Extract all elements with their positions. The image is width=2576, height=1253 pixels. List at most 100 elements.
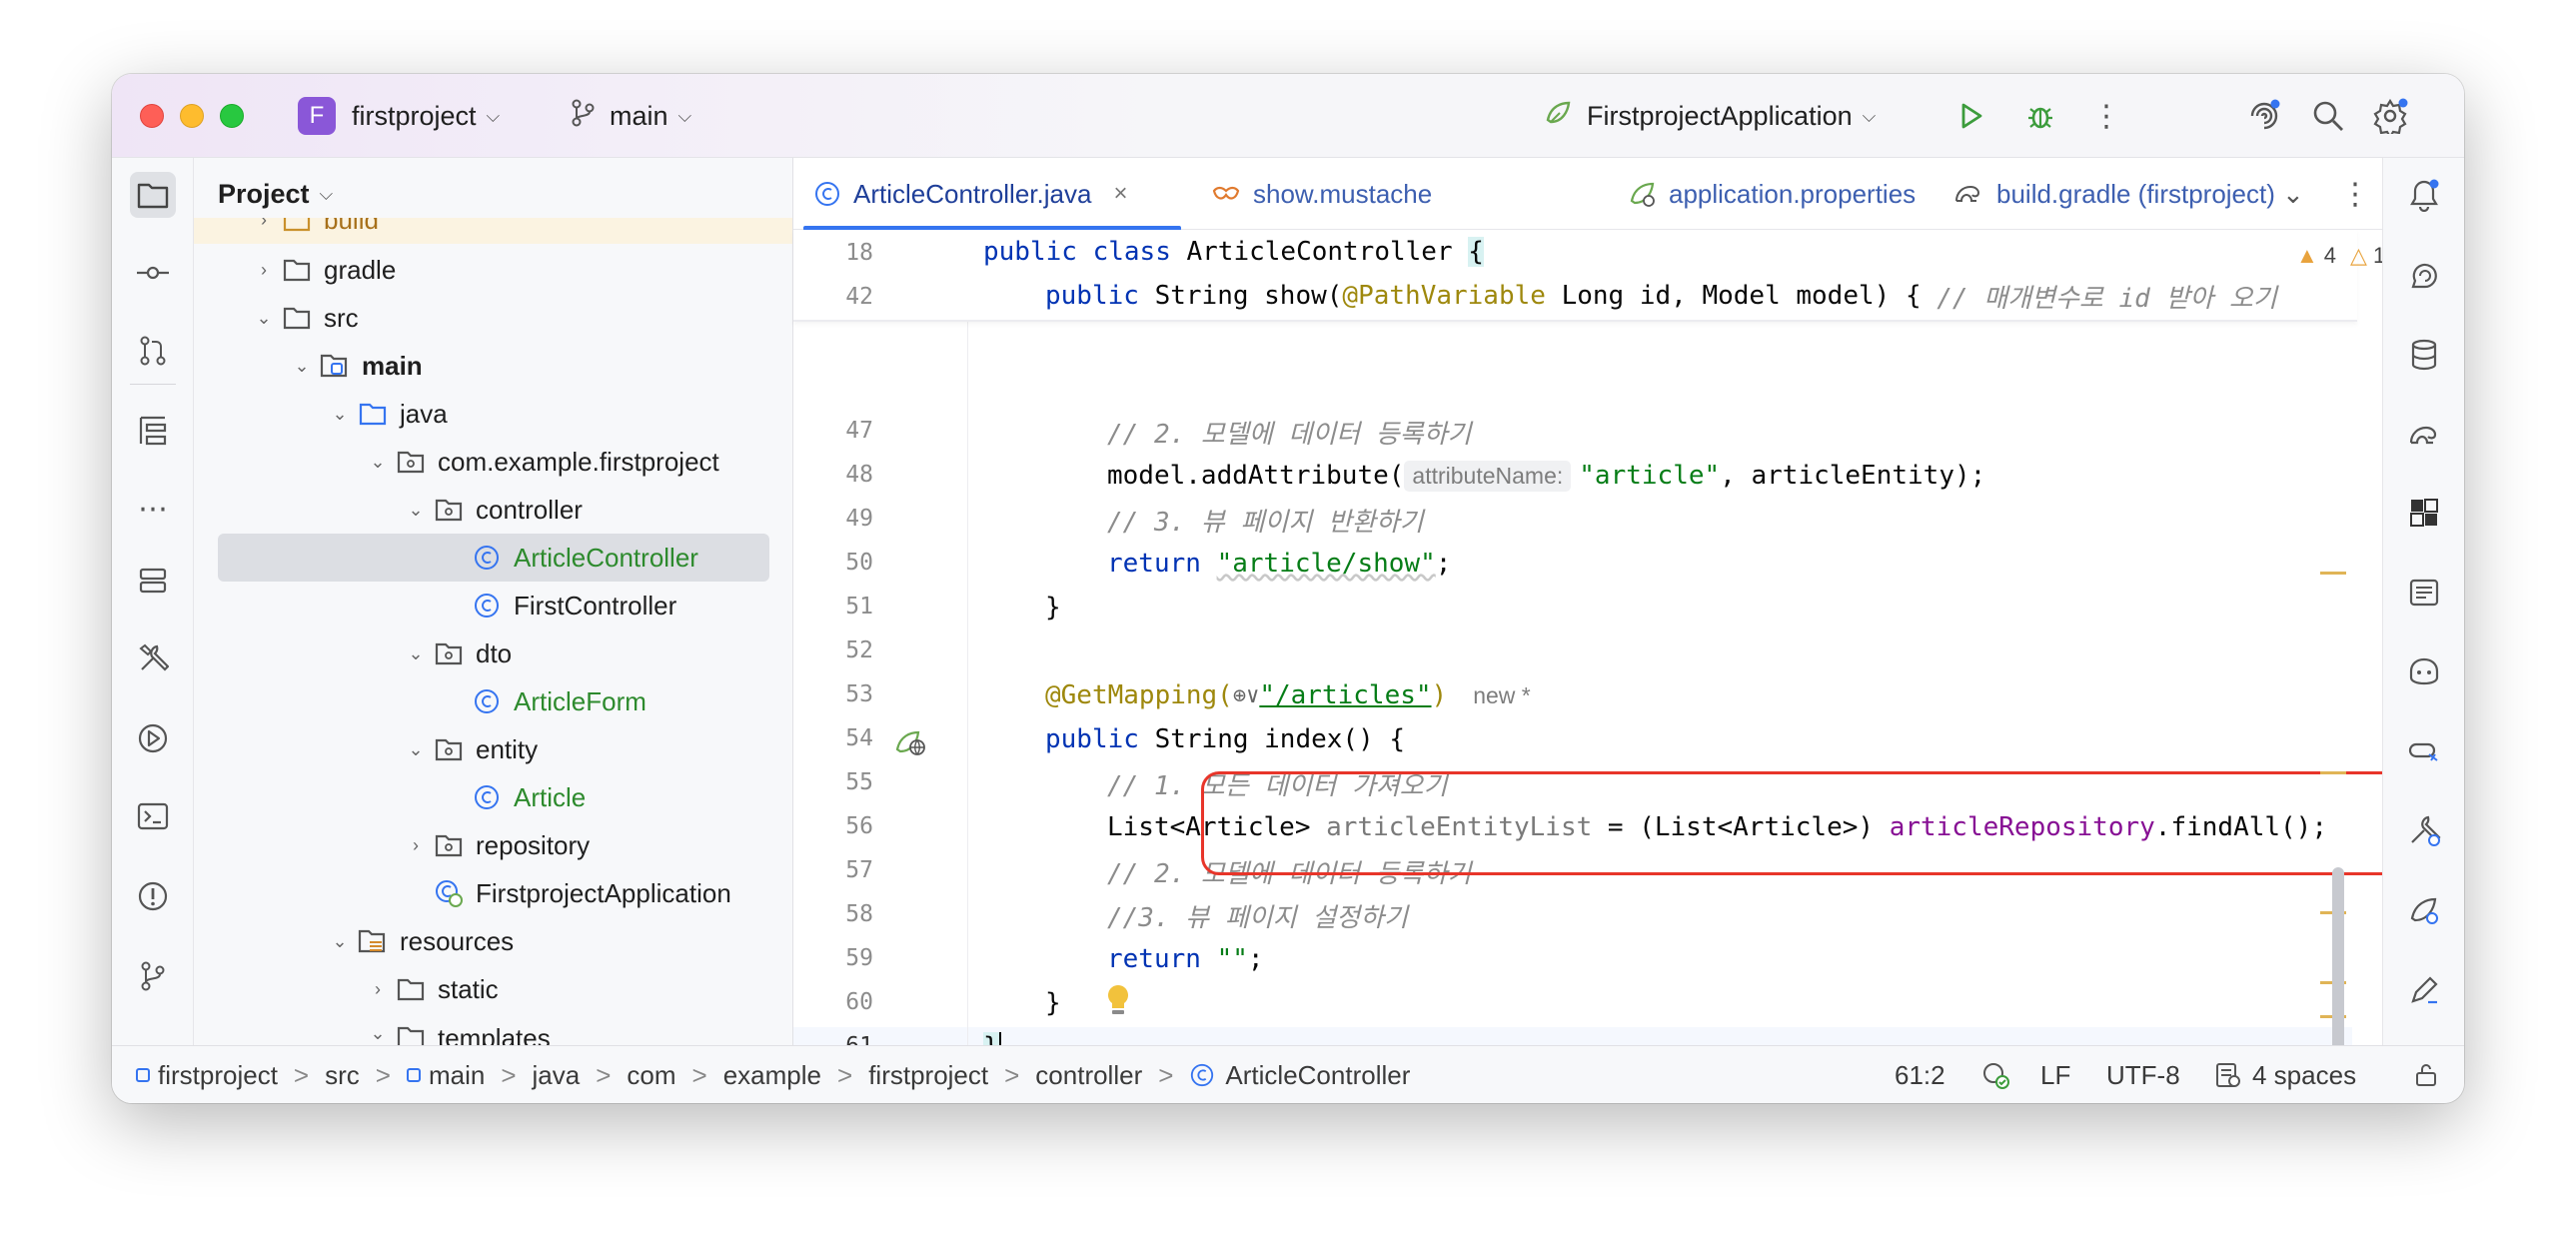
tree-item-java[interactable]: ⌄ java xyxy=(194,390,792,438)
zoom-window-button[interactable] xyxy=(220,104,244,128)
tree-item-gradle[interactable]: › gradle xyxy=(194,246,792,294)
warning-count: 4 xyxy=(2323,243,2337,268)
services-icon[interactable] xyxy=(130,558,176,604)
spring-class-icon xyxy=(432,879,466,907)
code-line-50[interactable]: return "article/show"; xyxy=(1107,542,1451,586)
tree-item-entity[interactable]: ⌄ entity xyxy=(194,725,792,773)
cursor-position[interactable]: 61:2 xyxy=(1895,1046,1945,1103)
tree-item-controller[interactable]: ⌄ controller xyxy=(194,486,792,534)
tree-item-src[interactable]: ⌄ src xyxy=(194,294,792,342)
breadcrumb-item[interactable]: controller xyxy=(1035,1060,1142,1091)
code-line-48[interactable]: model.addAttribute(attributeName: "articl… xyxy=(1107,454,1985,498)
gradle-tool-icon[interactable] xyxy=(2401,412,2447,458)
tree-item-resources[interactable]: ⌄ resources xyxy=(194,917,792,965)
code-editor[interactable]: ArticleController.java × show.mustache a… xyxy=(793,158,2458,1103)
tab-build-gradle[interactable]: build.gradle (firstproject) xyxy=(1952,158,2275,230)
document-icon[interactable] xyxy=(2401,570,2447,616)
tree-item-dto[interactable]: ⌄ dto xyxy=(194,629,792,677)
copilot-icon[interactable] xyxy=(2401,647,2447,693)
commit-icon[interactable] xyxy=(130,250,176,296)
code-line-58[interactable]: //3. 뷰 페이지 설정하기 xyxy=(1107,893,1408,937)
pull-requests-icon[interactable] xyxy=(130,328,176,374)
breadcrumb-item[interactable]: ArticleController xyxy=(1225,1060,1410,1091)
tree-item-firstproject-application[interactable]: FirstprojectApplication xyxy=(194,869,792,917)
tree-item-first-controller[interactable]: FirstController xyxy=(194,582,792,629)
warning-marker[interactable] xyxy=(2320,572,2346,575)
code-line-51[interactable]: } xyxy=(1045,586,1061,629)
database-icon[interactable] xyxy=(2401,332,2447,378)
tree-item-static[interactable]: › static xyxy=(194,965,792,1013)
plugin-puzzle-icon[interactable] xyxy=(2401,490,2447,536)
breadcrumb-item[interactable]: src xyxy=(325,1060,360,1091)
sticky-line-method[interactable]: public String show(@PathVariable Long id… xyxy=(1045,274,2277,318)
build-tools-icon[interactable] xyxy=(2401,807,2447,853)
settings-gear-icon[interactable] xyxy=(2372,98,2408,134)
project-folder-icon[interactable] xyxy=(130,172,176,218)
breadcrumb-item[interactable]: com xyxy=(627,1060,675,1091)
tab-show-mustache[interactable]: show.mustache xyxy=(1211,158,1432,230)
tree-item-article[interactable]: Article xyxy=(194,773,792,821)
debug-icon[interactable] xyxy=(2022,98,2058,134)
close-tab-icon[interactable]: × xyxy=(1113,180,1127,208)
code-line-53[interactable]: @GetMapping(⊕∨ "/articles") new * xyxy=(1045,673,1531,717)
line-ending[interactable]: LF xyxy=(2040,1046,2070,1103)
close-window-button[interactable] xyxy=(140,104,164,128)
endpoints-icon[interactable] xyxy=(2401,727,2447,773)
run-tool-icon[interactable] xyxy=(130,715,176,761)
breadcrumb-item[interactable]: main xyxy=(429,1060,485,1091)
globe-icon[interactable]: ⊕∨ xyxy=(1233,683,1260,708)
breadcrumb-item[interactable]: firstproject xyxy=(868,1060,988,1091)
tree-item-article-form[interactable]: ArticleForm xyxy=(194,677,792,725)
breadcrumb-item[interactable]: example xyxy=(723,1060,821,1091)
chevron-right-icon: › xyxy=(261,259,267,280)
file-encoding[interactable]: UTF-8 xyxy=(2106,1046,2180,1103)
code-line-60[interactable]: } xyxy=(1045,981,1061,1025)
tree-label: controller xyxy=(476,494,583,525)
run-config-selector[interactable]: FirstprojectApplication ⌵ xyxy=(1543,74,1876,158)
code-style-icon[interactable] xyxy=(1980,1046,2010,1103)
project-switcher[interactable]: F firstproject ⌵ xyxy=(298,74,500,158)
line-number: 50 xyxy=(845,550,873,576)
breadcrumb-item[interactable]: firstproject xyxy=(158,1060,278,1091)
tree-item-article-controller[interactable]: ArticleController xyxy=(194,534,792,582)
code-line-49[interactable]: // 3. 뷰 페이지 반환하기 xyxy=(1107,498,1424,542)
tree-item-main[interactable]: ⌄ main xyxy=(194,342,792,390)
tree-item-build[interactable]: › build xyxy=(194,218,792,244)
edit-pen-icon[interactable] xyxy=(2401,967,2447,1013)
branch-switcher[interactable]: main ⌵ xyxy=(570,74,691,158)
tree-item-package[interactable]: ⌄ com.example.firstproject xyxy=(194,438,792,486)
minimize-window-button[interactable] xyxy=(180,104,204,128)
tree-item-templates[interactable]: ⌄ templates xyxy=(194,1013,792,1045)
chevron-down-icon: ⌄ xyxy=(294,355,310,376)
git-icon[interactable] xyxy=(130,953,176,999)
code-line-54[interactable]: public String index() { xyxy=(1045,717,1405,761)
run-icon[interactable] xyxy=(1952,98,1988,134)
editor-more-icon[interactable]: ⋮ xyxy=(2340,158,2370,230)
more-actions-icon[interactable]: ⋮ xyxy=(2088,98,2124,134)
spring-icon[interactable] xyxy=(2401,887,2447,933)
warning-marker[interactable] xyxy=(2320,771,2346,774)
problems-icon[interactable] xyxy=(130,873,176,919)
code-line-47[interactable]: // 2. 모델에 데이터 등록하기 xyxy=(1107,410,1471,454)
build-tools-icon[interactable] xyxy=(130,635,176,681)
tree-item-repository[interactable]: › repository xyxy=(194,821,792,869)
structure-icon[interactable] xyxy=(130,408,176,454)
package-icon xyxy=(432,831,466,859)
breadcrumb-item[interactable]: java xyxy=(533,1060,581,1091)
code-line-59[interactable]: return ""; xyxy=(1107,937,1264,981)
ai-assistant-icon[interactable] xyxy=(2246,98,2282,134)
indent-setting[interactable]: 4 spaces xyxy=(2214,1046,2356,1103)
sticky-line-class[interactable]: public class ArticleController { xyxy=(983,230,1484,274)
keyword: public xyxy=(1045,281,1155,311)
notifications-bell-icon[interactable] xyxy=(2401,172,2447,218)
web-endpoint-gutter-icon[interactable] xyxy=(893,723,927,762)
ai-chat-icon[interactable] xyxy=(2401,252,2447,298)
tab-application-properties[interactable]: application.properties xyxy=(1627,158,1916,230)
terminal-icon[interactable] xyxy=(130,793,176,839)
lock-icon[interactable] xyxy=(2414,1046,2438,1103)
lightbulb-icon[interactable] xyxy=(1105,983,1131,1022)
tabs-dropdown-icon[interactable]: ⌄ xyxy=(2282,158,2304,230)
search-icon[interactable] xyxy=(2310,98,2346,134)
tab-article-controller[interactable]: ArticleController.java × xyxy=(813,158,1127,230)
more-tools-icon[interactable]: ⋯ xyxy=(130,486,176,532)
